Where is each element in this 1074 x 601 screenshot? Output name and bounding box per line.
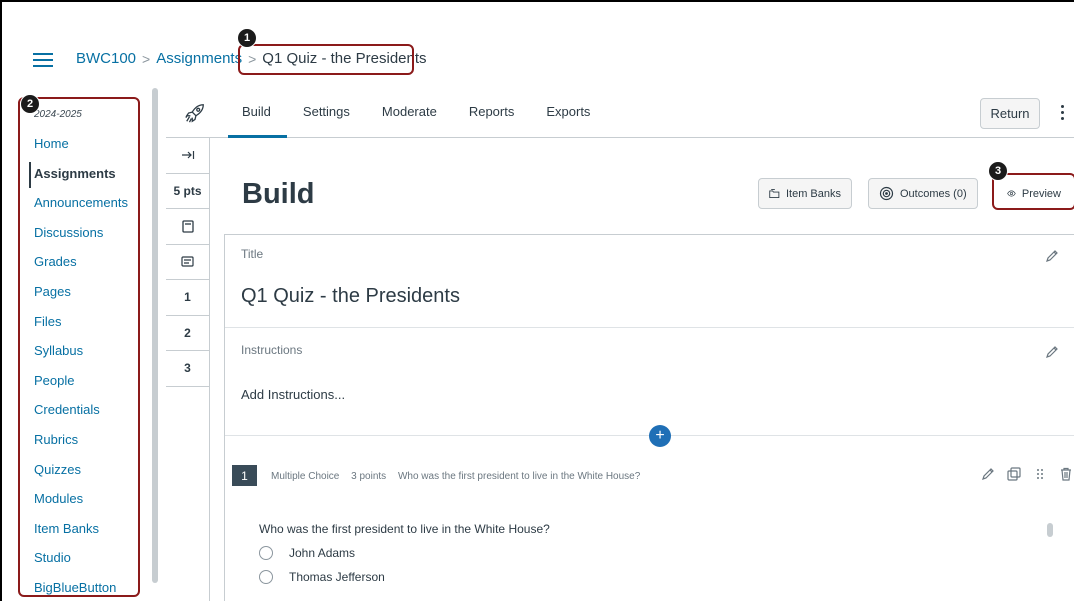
answer-option-label: Thomas Jefferson [289, 570, 385, 584]
tab-reports[interactable]: Reports [469, 104, 515, 119]
course-nav-announcements[interactable]: Announcements [34, 195, 128, 225]
rail-question-2[interactable]: 2 [166, 316, 209, 351]
tab-exports[interactable]: Exports [546, 104, 590, 119]
hamburger-menu-icon[interactable] [33, 53, 53, 69]
question-points: 3 points [351, 471, 387, 482]
answer-option[interactable]: John Adams [259, 546, 355, 560]
stimulus-icon[interactable] [166, 209, 209, 245]
quiz-toolbar: Build Settings Moderate Reports Exports … [166, 88, 1074, 138]
course-nav-list: Home Assignments Announcements Discussio… [34, 136, 128, 595]
active-indicator [29, 162, 31, 188]
item-banks-label: Item Banks [785, 187, 841, 200]
course-nav-assignments[interactable]: Assignments [34, 166, 128, 196]
rocket-icon [185, 104, 204, 123]
callout-badge-3: 3 [988, 161, 1008, 181]
course-nav-pages[interactable]: Pages [34, 284, 128, 314]
course-nav-people[interactable]: People [34, 373, 128, 403]
answer-option[interactable]: Thomas Jefferson [259, 570, 385, 584]
nav-scrollbar[interactable] [152, 88, 158, 583]
instructions-label: Instructions [241, 343, 303, 357]
question-tools [981, 467, 1073, 481]
question-scroll-indicator [1047, 523, 1053, 537]
course-nav-syllabus[interactable]: Syllabus [34, 343, 128, 373]
total-points: 5 pts [166, 174, 209, 209]
quiz-build-card: Title Q1 Quiz - the Presidents Instructi… [224, 234, 1074, 601]
course-nav-home[interactable]: Home [34, 136, 128, 166]
tab-build[interactable]: Build [228, 104, 287, 138]
drag-handle-icon[interactable] [1033, 467, 1047, 481]
radio-button[interactable] [259, 546, 273, 560]
question-summary: Who was the first president to live in t… [397, 471, 641, 482]
edit-question-pencil-icon[interactable] [981, 467, 995, 481]
radio-button[interactable] [259, 570, 273, 584]
add-item-plus-icon[interactable]: + [649, 425, 671, 447]
course-nav-studio[interactable]: Studio [34, 550, 128, 580]
highlight-box-breadcrumb [238, 44, 414, 75]
expand-right-icon[interactable] [166, 138, 209, 174]
rail-question-1[interactable]: 1 [166, 280, 209, 316]
return-button[interactable]: Return [980, 98, 1040, 129]
text-block-icon[interactable] [166, 245, 209, 280]
quiz-title: Q1 Quiz - the Presidents [241, 285, 460, 307]
outcomes-button[interactable]: Outcomes (0) [868, 178, 978, 209]
breadcrumb-assignments-link[interactable]: Assignments [156, 50, 242, 67]
course-nav-credentials[interactable]: Credentials [34, 402, 128, 432]
trash-icon[interactable] [1059, 467, 1073, 481]
quiz-tabs: Build Settings Moderate Reports Exports [228, 104, 622, 138]
page-title: Build [242, 178, 315, 210]
breadcrumb-course-link[interactable]: BWC100 [76, 50, 136, 67]
course-nav-quizzes[interactable]: Quizzes [34, 462, 128, 492]
course-nav-rubrics[interactable]: Rubrics [34, 432, 128, 462]
edit-instructions-pencil-icon[interactable] [1045, 345, 1059, 359]
more-options-icon[interactable] [1056, 102, 1068, 124]
course-nav-bigbluebutton[interactable]: BigBlueButton [34, 580, 128, 595]
divider [225, 327, 1074, 328]
course-nav-modules[interactable]: Modules [34, 491, 128, 521]
question-text: Who was the first president to live in t… [259, 522, 550, 536]
tab-settings[interactable]: Settings [303, 104, 350, 119]
target-icon [879, 186, 894, 201]
answer-option-label: John Adams [289, 546, 356, 560]
title-label: Title [241, 247, 264, 261]
course-nav-grades[interactable]: Grades [34, 254, 128, 284]
item-banks-button[interactable]: Item Banks [758, 178, 852, 209]
duplicate-icon[interactable] [1007, 467, 1021, 481]
outcomes-label: Outcomes (0) [900, 187, 967, 200]
course-nav-item-banks[interactable]: Item Banks [34, 521, 128, 551]
question-type: Multiple Choice [271, 471, 340, 482]
question-rail: 5 pts 1 2 3 [166, 138, 210, 601]
course-nav-discussions[interactable]: Discussions [34, 225, 128, 255]
course-nav-files[interactable]: Files [34, 314, 128, 344]
question-meta: Multiple Choice 3 points Who was the fir… [271, 471, 649, 482]
course-navigation: 2024-2025 Home Assignments Announcements… [18, 97, 140, 597]
top-bar: BWC100 > Assignments > Q1 Quiz - the Pre… [0, 0, 1074, 88]
rail-question-3[interactable]: 3 [166, 351, 209, 387]
term-label: 2024-2025 [34, 109, 82, 120]
add-instructions-link[interactable]: Add Instructions... [241, 387, 345, 402]
tab-moderate[interactable]: Moderate [382, 104, 437, 119]
callout-badge-1: 1 [237, 28, 257, 48]
breadcrumb-separator-icon: > [142, 50, 151, 67]
question-number-badge: 1 [232, 465, 257, 486]
item-banks-icon [769, 189, 780, 198]
callout-badge-2: 2 [20, 94, 40, 114]
build-main: Build Item Banks Outcomes (0) Preview 3 … [210, 138, 1074, 601]
edit-title-pencil-icon[interactable] [1045, 249, 1059, 263]
